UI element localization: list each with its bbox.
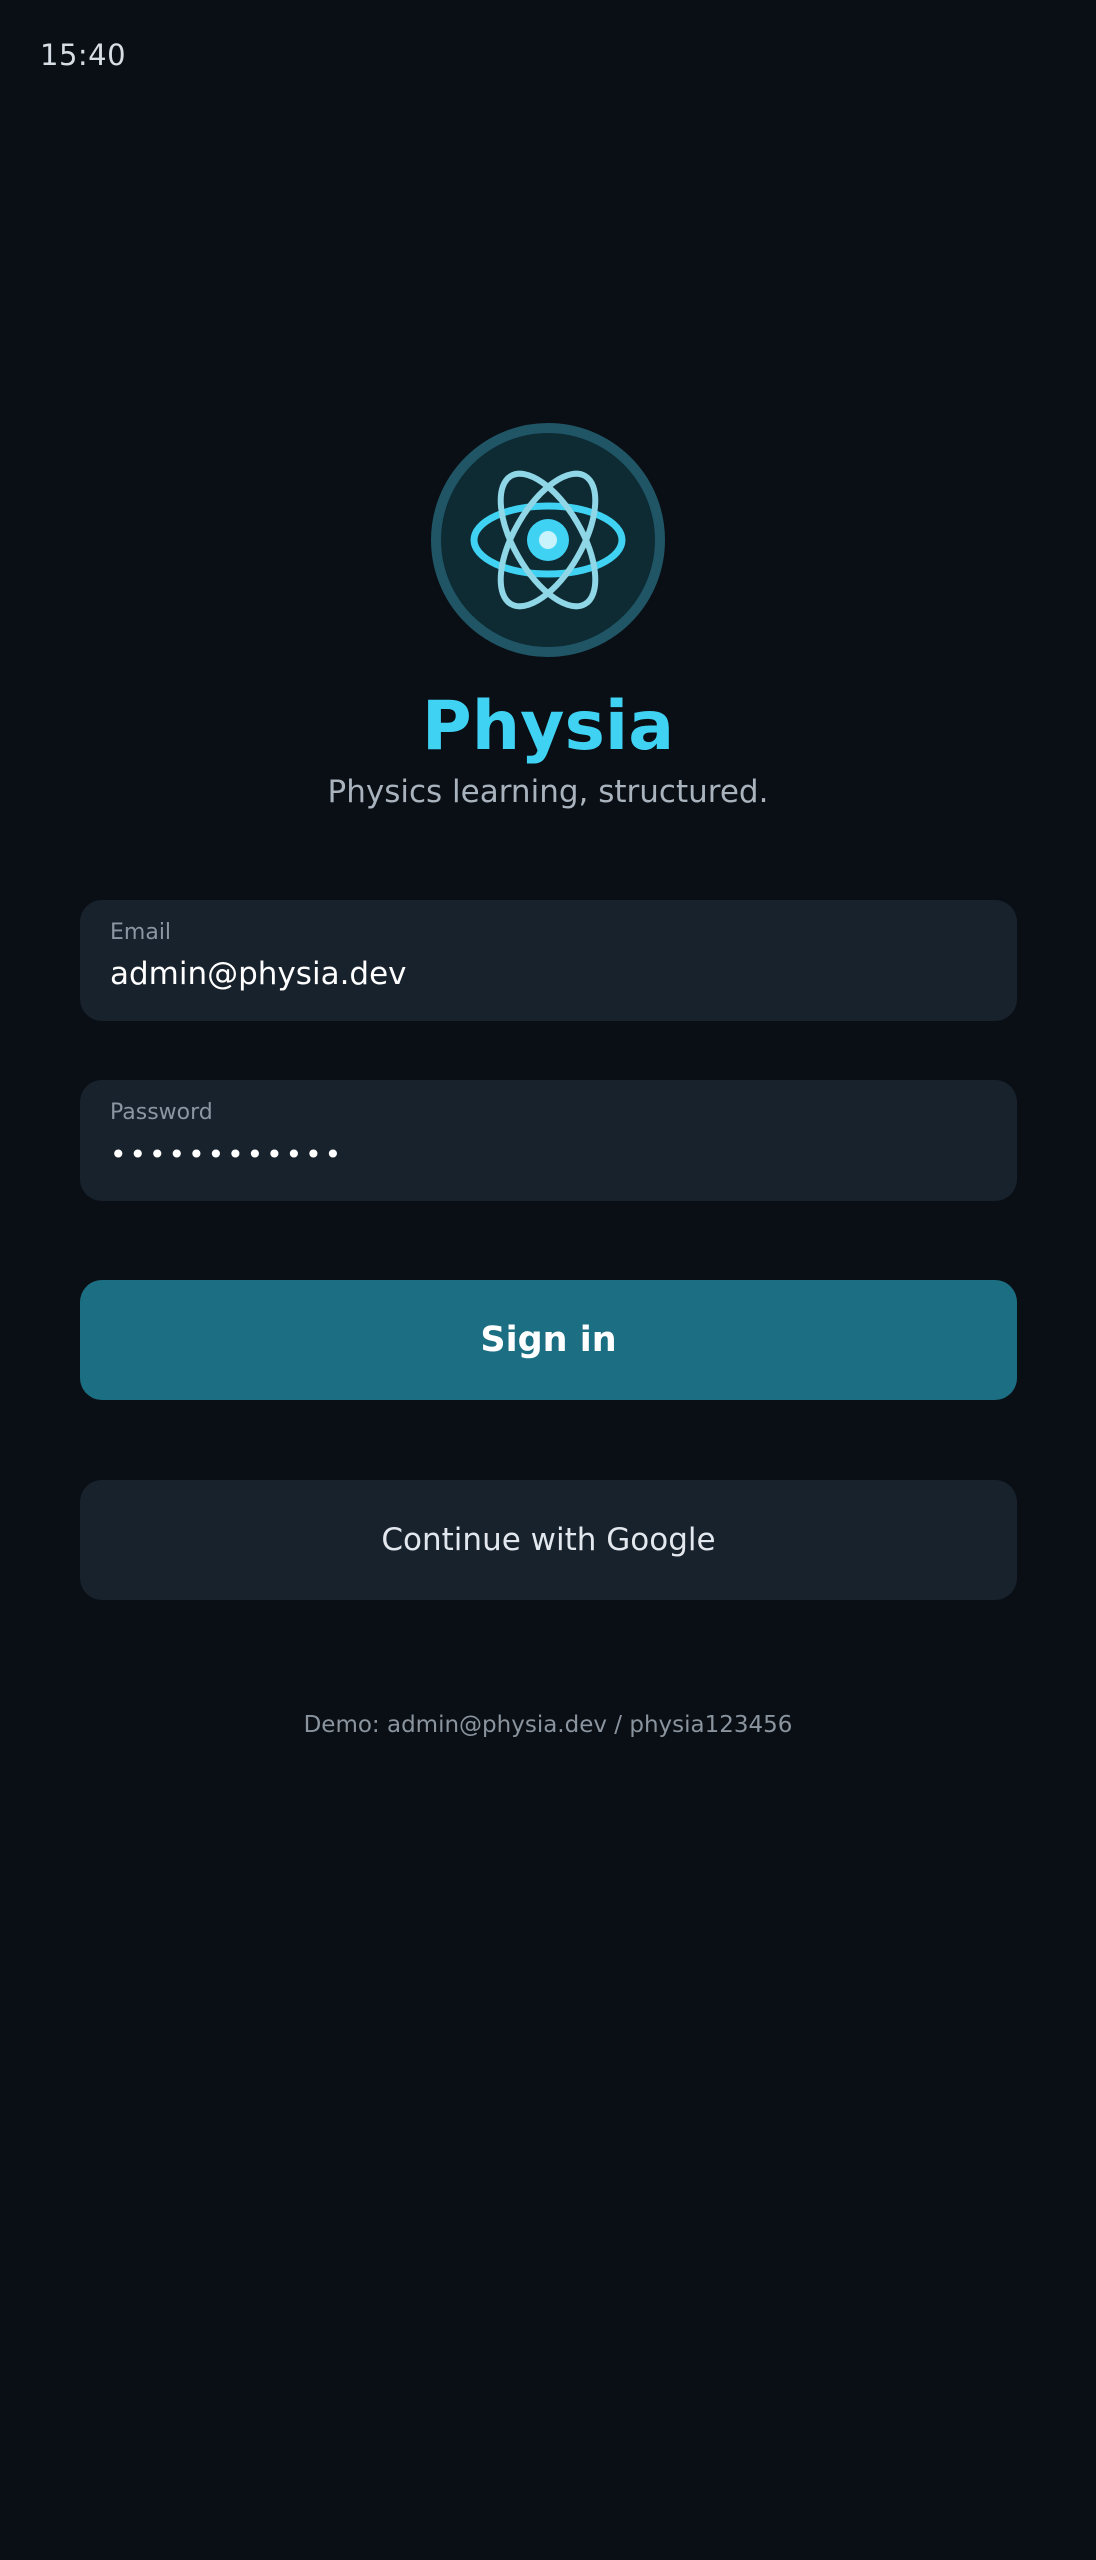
sign-in-button-label: Sign in — [480, 1320, 617, 1360]
password-field[interactable]: Password — [80, 1080, 1017, 1201]
continue-with-google-button[interactable]: Continue with Google — [80, 1480, 1017, 1600]
password-input[interactable] — [110, 1138, 970, 1171]
app-title: Physia — [421, 687, 675, 766]
password-field-label: Password — [110, 1100, 213, 1125]
app-logo — [431, 423, 665, 657]
demo-credentials-hint: Demo: admin@physia.dev / physia123456 — [303, 1712, 793, 1738]
continue-with-google-label: Continue with Google — [381, 1522, 716, 1558]
app-tagline: Physics learning, structured. — [327, 774, 769, 810]
sign-in-button[interactable]: Sign in — [80, 1280, 1017, 1400]
atom-icon — [431, 423, 665, 657]
status-bar-time: 15:40 — [40, 38, 127, 72]
email-field-label: Email — [110, 920, 172, 945]
email-input[interactable] — [110, 956, 970, 992]
email-field[interactable]: Email — [80, 900, 1017, 1021]
